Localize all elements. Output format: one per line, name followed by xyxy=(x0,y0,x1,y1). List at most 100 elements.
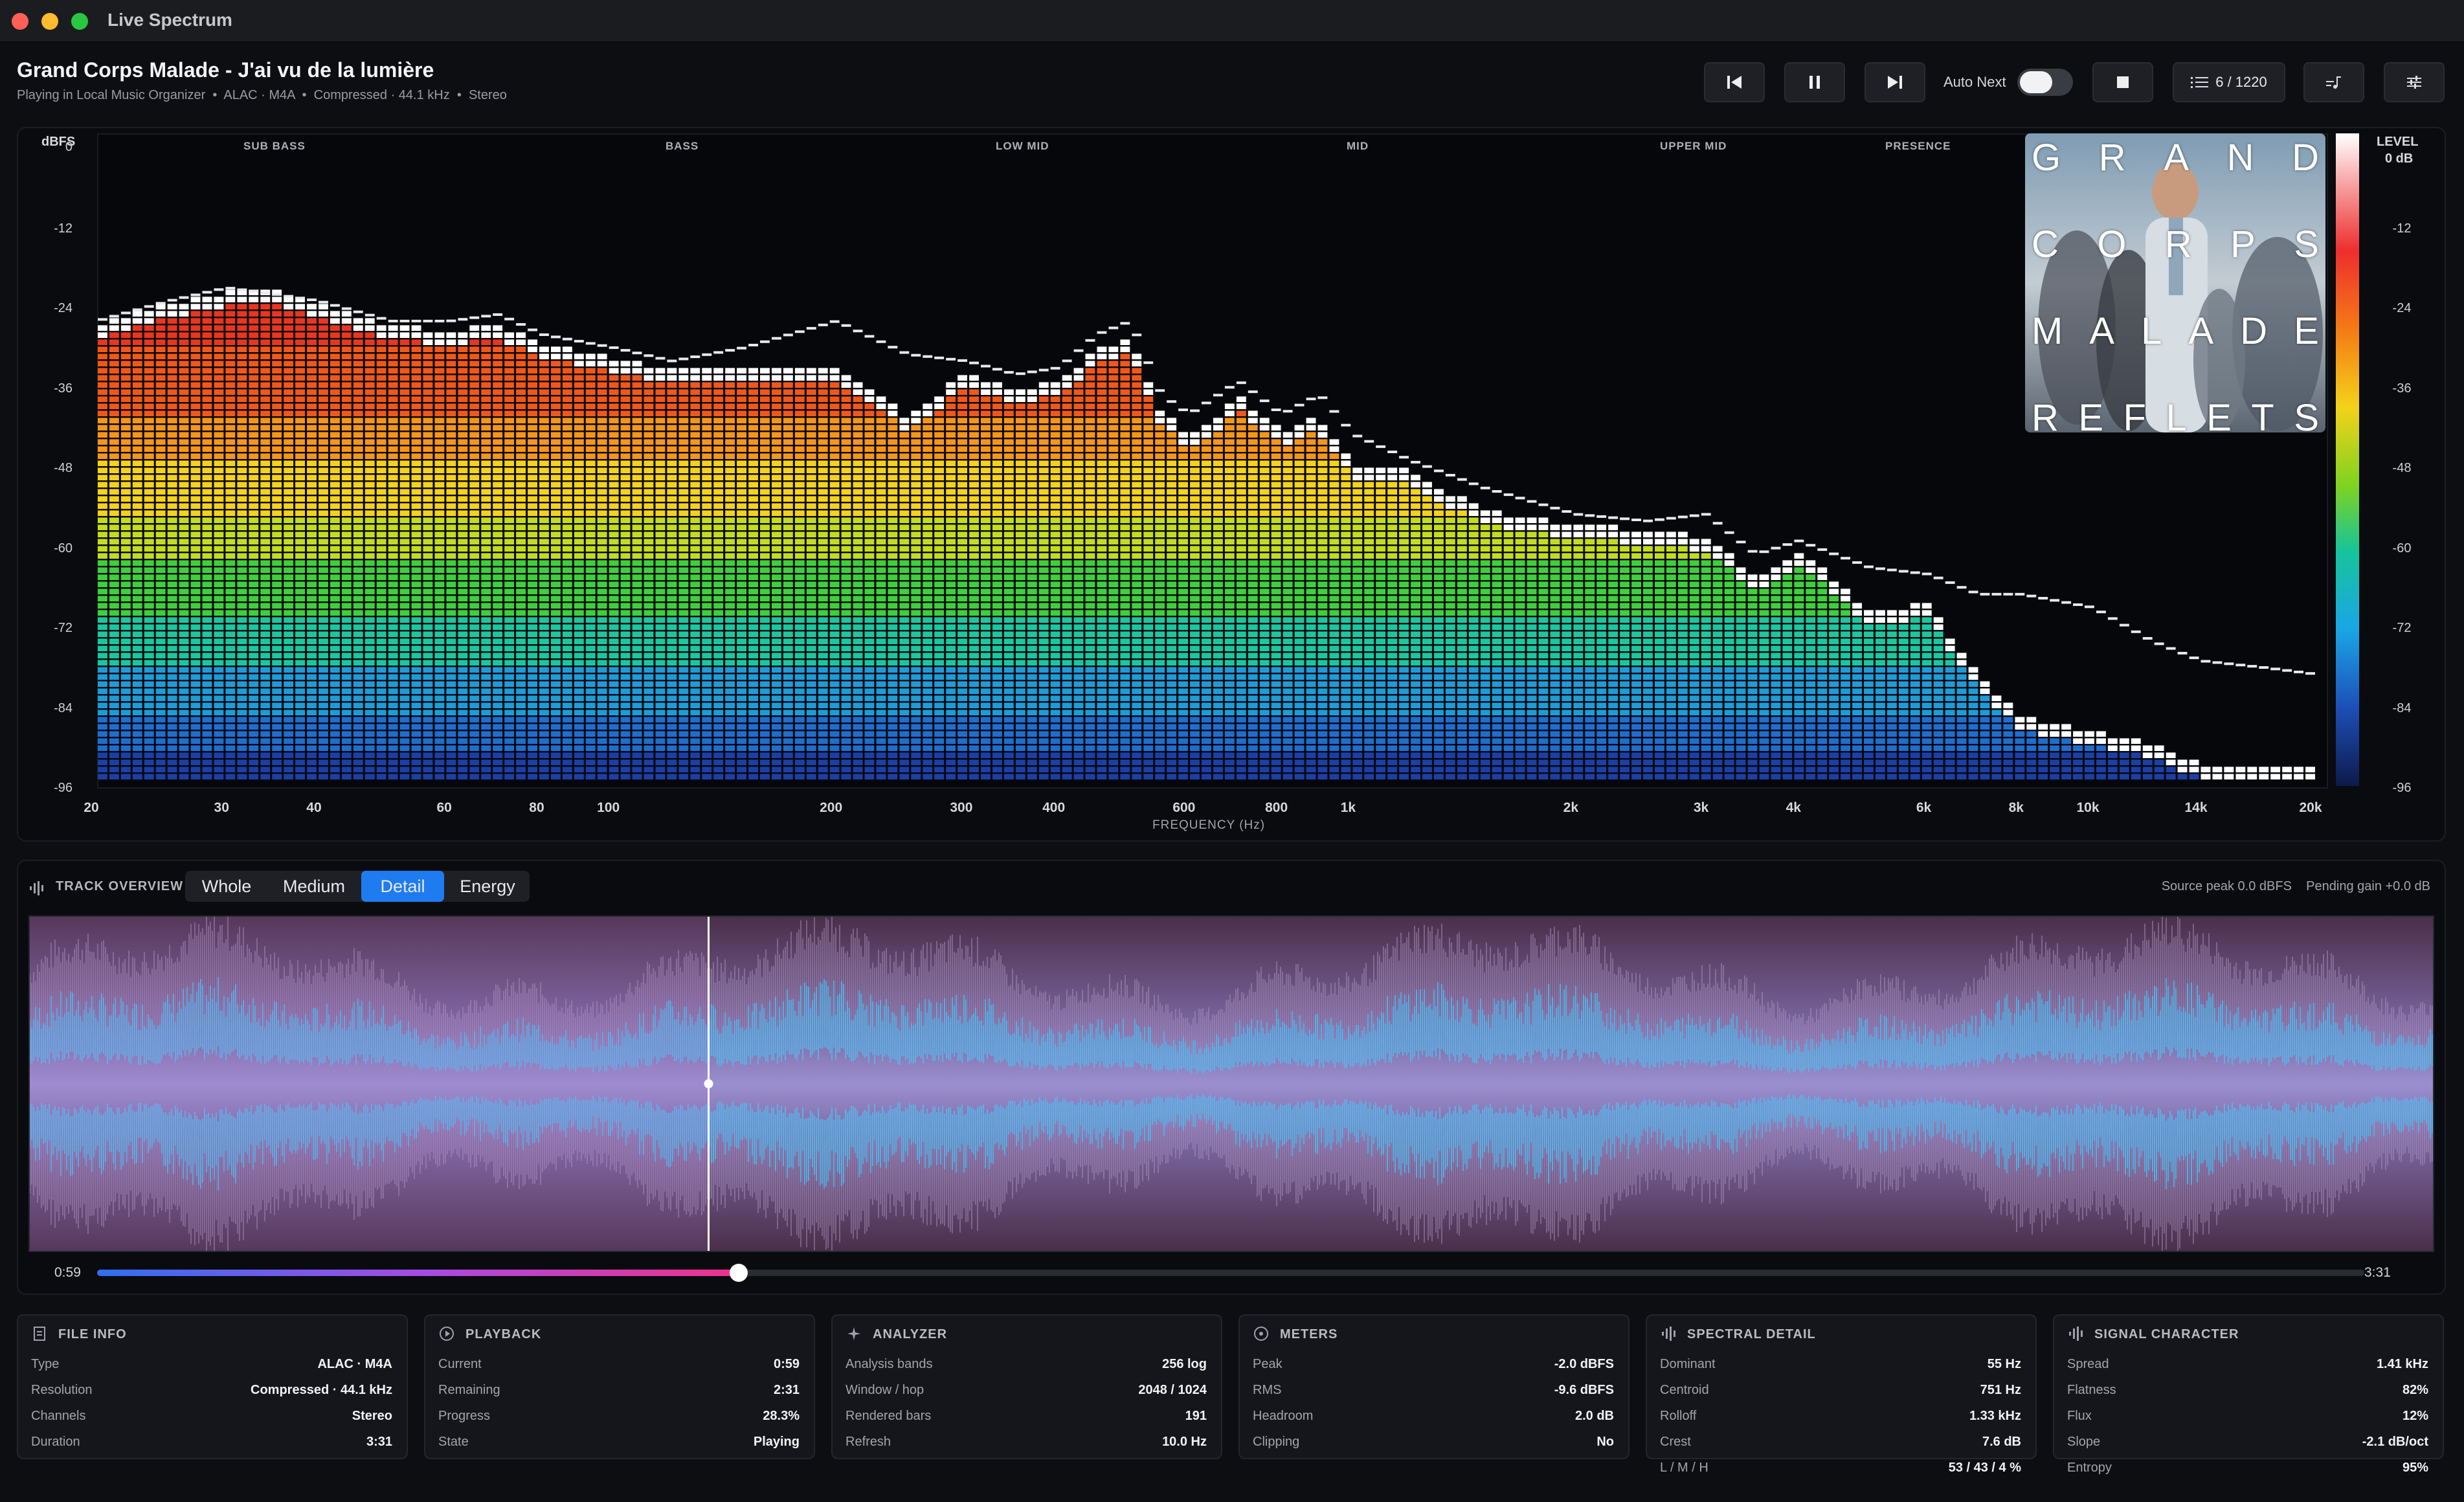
spectrum-peak-marker xyxy=(504,317,515,320)
spectrum-peak-marker xyxy=(2119,623,2129,627)
spectrum-bar xyxy=(319,304,328,779)
stat-row: Flux 12% xyxy=(2067,1409,2428,1428)
spectrum-peak-marker xyxy=(772,337,781,340)
spectrum-bar xyxy=(737,368,746,779)
track-overview-title: TRACK OVERVIEW xyxy=(56,879,183,893)
track-waveform[interactable] xyxy=(28,915,2434,1252)
spectrum-bar xyxy=(1898,610,1909,779)
tab-energy[interactable]: Energy xyxy=(448,871,527,902)
next-track-button[interactable] xyxy=(1865,62,1925,102)
stop-icon xyxy=(2117,76,2129,88)
level-tick-label: -36 xyxy=(2392,381,2412,396)
level-top-label: 0 dB xyxy=(2385,151,2414,166)
spectrum-peak-marker xyxy=(1097,331,1107,334)
spectrum-peak-marker xyxy=(1712,522,1723,525)
band-label-bass: BASS xyxy=(666,140,699,152)
spectrum-peak-marker xyxy=(562,337,572,341)
spectrum-peak-marker xyxy=(1759,550,1769,554)
spectrum-bar xyxy=(1712,546,1723,779)
spectrum-peak-marker xyxy=(1003,371,1014,374)
waveform-icon xyxy=(1660,1326,1677,1343)
spectrum-bar xyxy=(1434,489,1444,779)
x-tick-label: 600 xyxy=(1172,800,1196,815)
spectrum-bar xyxy=(1620,532,1630,779)
stat-row: State Playing xyxy=(438,1435,800,1454)
stat-row: Remaining 2:31 xyxy=(438,1383,800,1402)
spectrum-peak-marker xyxy=(330,304,340,307)
spectrum-peak-marker xyxy=(2003,592,2013,596)
spectrum-peak-marker xyxy=(1038,368,1049,372)
spectrum-bar xyxy=(1003,389,1014,779)
spectrum-peak-marker xyxy=(190,293,201,297)
spectrum-peak-marker xyxy=(1806,544,1816,547)
spectrum-bar xyxy=(2201,767,2211,779)
spectrum-peak-marker xyxy=(481,315,491,318)
spectrum-bar xyxy=(667,368,677,779)
close-window-button[interactable] xyxy=(12,13,28,30)
spectrum-peak-marker xyxy=(132,308,142,311)
spectrum-bar xyxy=(1980,681,1990,779)
spectrum-bar xyxy=(1317,425,1328,779)
tab-whole[interactable]: Whole xyxy=(188,871,265,902)
stat-label: Window / hop xyxy=(846,1383,924,1397)
spectrum-bar xyxy=(1747,574,1758,779)
spectrum-peak-marker xyxy=(1864,565,1874,568)
spectrum-peak-marker xyxy=(2166,647,2176,650)
tab-medium[interactable]: Medium xyxy=(271,871,357,902)
stat-row: Window / hop 2048 / 1024 xyxy=(846,1383,1207,1402)
spectrum-bar xyxy=(853,382,863,779)
spectrum-peak-marker xyxy=(1585,514,1595,517)
spectrum-peak-marker xyxy=(760,340,770,343)
spectrum-bar xyxy=(818,368,828,779)
tab-detail[interactable]: Detail xyxy=(361,871,444,902)
seek-bar-handle[interactable] xyxy=(730,1264,748,1282)
x-tick-label: 200 xyxy=(820,800,843,815)
spectrum-bar xyxy=(992,382,1002,779)
stat-label: Progress xyxy=(438,1409,491,1423)
band-label-presence: PRESENCE xyxy=(1885,140,1951,152)
spectrum-bar xyxy=(1190,432,1200,779)
spectrum-peak-marker xyxy=(120,311,131,315)
spectrum-peak-marker xyxy=(1317,396,1328,399)
spectrum-peak-marker xyxy=(1910,571,1920,574)
stat-label: Entropy xyxy=(2067,1461,2112,1475)
playlist-music-button[interactable] xyxy=(2303,62,2364,102)
spectrum-bar xyxy=(2096,731,2106,779)
spectrum-peak-marker xyxy=(1352,434,1363,438)
previous-track-button[interactable] xyxy=(1704,62,1765,102)
stat-label: Peak xyxy=(1253,1357,1282,1371)
spectrum-bar xyxy=(1224,403,1235,779)
spectrum-bar xyxy=(1736,567,1746,779)
stat-row: Channels Stereo xyxy=(31,1409,392,1428)
spectrum-peak-marker xyxy=(411,319,421,322)
source-peak: Source peak 0.0 dBFS xyxy=(2161,879,2292,893)
spectrum-bar xyxy=(1515,517,1525,779)
spectrum-bar xyxy=(1724,553,1734,779)
spectrum-peak-marker xyxy=(1178,409,1188,411)
pause-button[interactable] xyxy=(1784,62,1845,102)
spectrum-peak-marker xyxy=(2107,617,2118,620)
band-label-low-mid: LOW MID xyxy=(996,140,1049,152)
minimize-window-button[interactable] xyxy=(41,13,58,30)
spectrum-peak-marker xyxy=(353,310,363,313)
stop-button[interactable] xyxy=(2092,62,2153,102)
spectrum-peak-marker xyxy=(1306,398,1316,401)
spectrum-peak-marker xyxy=(284,295,294,298)
spectrum-peak-marker xyxy=(551,335,561,339)
spectrum-bar xyxy=(1038,382,1049,779)
spectrum-bar xyxy=(469,325,480,779)
zoom-window-button[interactable] xyxy=(71,13,88,30)
spectrum-bar xyxy=(2294,767,2303,779)
spectrum-bar xyxy=(411,325,421,779)
spectrum-peak-marker xyxy=(1829,552,1839,555)
y-tick-label: -96 xyxy=(54,781,73,795)
spectrum-peak-marker xyxy=(899,351,910,354)
album-art: GRAND CORPS MALADE REFLETS xyxy=(2025,133,2325,432)
stat-value: 191 xyxy=(1185,1409,1207,1423)
settings-button[interactable] xyxy=(2384,62,2445,102)
queue-button[interactable]: 6 / 1220 xyxy=(2173,62,2285,102)
spectrum-bar xyxy=(1538,517,1549,779)
stat-value: Stereo xyxy=(352,1409,392,1423)
spectrum-bar xyxy=(493,325,503,779)
stat-label: Duration xyxy=(31,1435,80,1449)
